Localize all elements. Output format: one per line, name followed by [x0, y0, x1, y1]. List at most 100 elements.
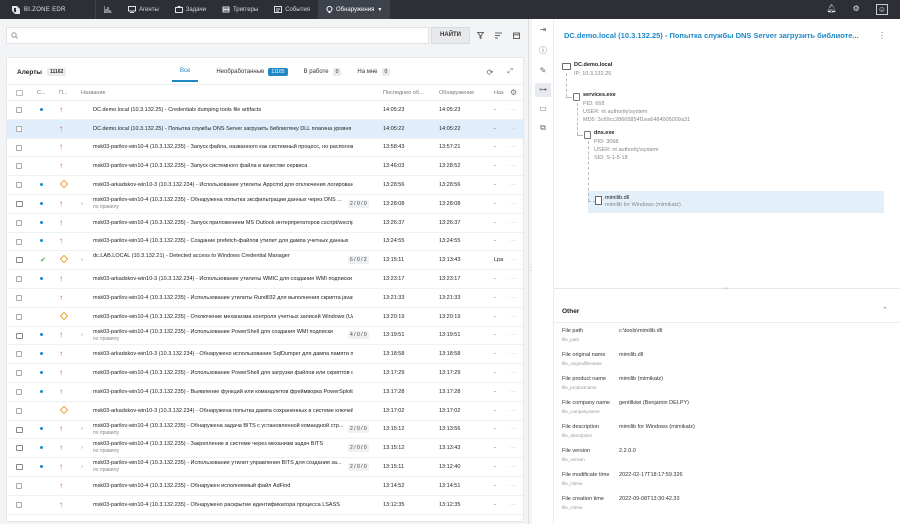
col-discovered[interactable]: Обнаружение — [439, 90, 474, 96]
tree-node-dns[interactable]: dns.exe PID: 3068 USER: nt authority\sys… — [594, 130, 659, 162]
alert-name[interactable]: msk03-parilov-win10-4 (10.3.132.235) - С… — [93, 238, 353, 244]
table-row[interactable]: ✔ › dc.LAB.LOCAL (10.3.132.21) - Detected … — [7, 251, 523, 271]
row-checkbox[interactable] — [16, 294, 22, 301]
alert-name[interactable]: DC.demo.local (10.3.132.25) - Попытка сл… — [93, 126, 353, 132]
folder-icon[interactable]: ▭ — [538, 104, 548, 114]
nav-agents[interactable]: Агенты — [120, 0, 167, 19]
settings-icon[interactable]: ⚙ — [510, 88, 517, 97]
property-value[interactable]: mimilib for Windows (mimikatz) — [619, 424, 695, 430]
table-row[interactable]: ↑ › msk03-parilov-win10-4 (10.3.132.235) -… — [7, 327, 523, 346]
alert-name[interactable]: msk03-arkadskov-win10-3 (10.3.132.234) -… — [93, 408, 353, 414]
group-icon[interactable] — [16, 426, 23, 433]
search-input[interactable] — [6, 26, 430, 44]
row-checkbox[interactable] — [16, 388, 22, 395]
property-value[interactable]: 2.2.0.0 — [619, 448, 636, 454]
table-row[interactable]: msk03-parilov-win10-4 (10.3.132.235) - О… — [7, 308, 523, 327]
row-checkbox[interactable] — [16, 182, 22, 189]
more-icon[interactable]: ··· — [509, 257, 518, 263]
chevron-right-icon[interactable]: › — [81, 445, 83, 451]
copy-icon[interactable]: ⧉ — [538, 123, 548, 133]
calendar-button[interactable] — [508, 27, 524, 44]
nav-detections[interactable]: Обнаружения ▼ — [317, 0, 391, 19]
more-icon[interactable]: ··· — [509, 126, 518, 132]
group-icon[interactable] — [16, 464, 23, 471]
property-value[interactable]: 2022-02-17T18:17:59.326 — [619, 472, 683, 478]
row-checkbox[interactable] — [16, 351, 22, 358]
row-checkbox[interactable] — [16, 125, 22, 132]
more-icon[interactable]: ··· — [509, 351, 518, 357]
group-icon[interactable] — [16, 445, 23, 452]
more-icon[interactable]: ··· — [509, 220, 518, 226]
more-icon[interactable]: ··· — [509, 314, 518, 320]
alert-name[interactable]: DC.demo.local (10.3.132.25) - Credential… — [93, 107, 353, 113]
table-row[interactable]: ↑ msk03-parilov-win10-4 (10.3.132.235) - … — [7, 364, 523, 383]
row-checkbox[interactable] — [16, 219, 22, 226]
alert-name[interactable]: msk03-parilov-win10-4 (10.3.132.235) - З… — [93, 220, 353, 226]
more-icon[interactable]: ··· — [509, 408, 518, 414]
collapse-icon[interactable]: ⇥ — [538, 25, 548, 35]
more-icon[interactable]: ··· — [509, 426, 518, 432]
resize-handle-icon[interactable]: ··· — [722, 285, 729, 292]
table-row[interactable]: ↑ msk03-parilov-win10-4 (10.3.132.235) - … — [7, 477, 523, 496]
pane-splitter[interactable] — [528, 19, 529, 524]
more-icon[interactable]: ··· — [509, 182, 518, 188]
user-icon[interactable]: ☺ — [875, 4, 888, 15]
row-checkbox[interactable] — [16, 238, 22, 245]
property-value[interactable]: mimilib (mimikatz) — [619, 376, 663, 382]
alert-name[interactable]: msk03-parilov-win10-4 (10.3.132.235) - И… — [93, 370, 353, 376]
tree-node-services[interactable]: services.exe PID: 668 USER: nt authority… — [583, 92, 690, 124]
table-row[interactable]: ↑ DC.demo.local (10.3.132.25) - Попытка с… — [7, 119, 523, 139]
more-icon[interactable]: ··· — [509, 389, 518, 395]
alert-name[interactable]: msk03-parilov-win10-4 (10.3.132.235) - О… — [93, 502, 353, 508]
table-row[interactable]: ↑ › msk03-parilov-win10-4 (10.3.132.235) -… — [7, 421, 523, 440]
expand-icon[interactable]: ⤢ — [507, 68, 513, 77]
table-row[interactable]: ↑ msk03-parilov-win10-4 (10.3.132.235) - … — [7, 496, 523, 515]
nav-dashboard[interactable] — [96, 0, 120, 19]
alert-name[interactable]: dc.LAB.LOCAL (10.3.132.21) - Detected ac… — [93, 253, 353, 260]
row-checkbox[interactable] — [16, 163, 22, 170]
row-checkbox[interactable] — [16, 501, 22, 508]
more-icon[interactable]: ··· — [509, 464, 518, 470]
alert-name[interactable]: msk03-parilov-win10-4 (10.3.132.235) - О… — [93, 314, 353, 320]
alert-name[interactable]: msk03-parilov-win10-4 (10.3.132.235) - З… — [93, 163, 353, 169]
group-icon[interactable] — [16, 200, 23, 207]
columns-button[interactable] — [490, 27, 506, 44]
table-row[interactable]: msk03-arkadskov-win10-3 (10.3.132.234) -… — [7, 176, 523, 195]
alert-name[interactable]: msk03-parilov-win10-4 (10.3.132.235) - И… — [93, 460, 353, 473]
chevron-right-icon[interactable]: › — [81, 426, 83, 432]
col-last[interactable]: Последнее об... — [383, 90, 424, 96]
more-icon[interactable]: ··· — [509, 163, 518, 169]
gear-icon[interactable]: ⚙ — [853, 4, 860, 15]
more-icon[interactable]: ··· — [509, 445, 518, 451]
row-checkbox[interactable] — [16, 370, 22, 377]
table-row[interactable]: ↑ msk03-parilov-win10-4 (10.3.132.235) - … — [7, 289, 523, 308]
group-icon[interactable] — [16, 332, 23, 339]
property-value[interactable]: mimilib.dll — [619, 352, 643, 358]
group-icon[interactable] — [16, 257, 23, 264]
more-icon[interactable]: ··· — [509, 502, 518, 508]
tree-node-file[interactable]: mimilib.dll mimilib for Windows (mimikat… — [605, 195, 681, 209]
more-icon[interactable]: ··· — [509, 370, 518, 376]
nav-events[interactable]: События — [266, 0, 318, 19]
row-checkbox[interactable] — [16, 482, 22, 489]
col-priority[interactable]: П... — [59, 89, 68, 97]
alert-name[interactable]: msk03-parilov-win10-4 (10.3.132.235) - О… — [93, 423, 353, 436]
refresh-icon[interactable]: ⟳ — [487, 68, 494, 77]
table-row[interactable]: ↑ msk03-arkadskov-win10-3 (10.3.132.234) … — [7, 345, 523, 365]
row-checkbox[interactable] — [16, 407, 22, 414]
tab-unprocessed[interactable]: Необработанные 11165 — [208, 68, 295, 82]
alert-name[interactable]: msk03-parilov-win10-4 (10.3.132.235) - З… — [93, 144, 353, 150]
alert-name[interactable]: msk03-parilov-win10-4 (10.3.132.235) - О… — [93, 483, 353, 489]
col-nas[interactable]: Наз — [494, 90, 504, 96]
more-icon[interactable]: ··· — [509, 332, 518, 338]
row-checkbox[interactable] — [16, 144, 22, 151]
table-row[interactable]: ↑ › msk03-parilov-win10-4 (10.3.132.235) -… — [7, 195, 523, 214]
bell-icon[interactable]: 🔔︎ — [827, 4, 837, 15]
table-row[interactable]: ↑ › msk03-parilov-win10-4 (10.3.132.235) -… — [7, 458, 523, 477]
col-name[interactable]: Название — [81, 90, 106, 96]
row-checkbox[interactable] — [16, 276, 22, 283]
find-button[interactable]: НАЙТИ — [431, 26, 470, 44]
row-checkbox[interactable] — [16, 313, 22, 320]
alert-name[interactable]: msk03-parilov-win10-4 (10.3.132.235) - О… — [93, 197, 353, 210]
property-value[interactable]: 2022-09-08T13:30:42.33 — [619, 496, 680, 502]
